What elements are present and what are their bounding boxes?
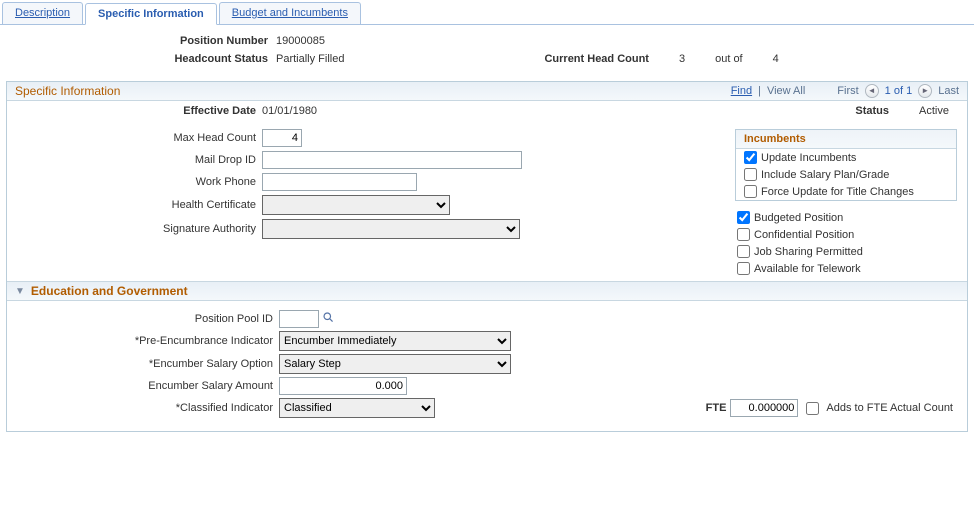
current-head-count-value: 3: [679, 53, 685, 65]
prev-row-button[interactable]: ◄: [865, 84, 879, 98]
encumber-salary-option-select[interactable]: Salary Step: [279, 354, 511, 374]
effective-date-label: Effective Date: [7, 105, 262, 117]
update-incumbents-label: Update Incumbents: [761, 152, 856, 164]
fte-input[interactable]: [730, 399, 798, 417]
force-update-title-label: Force Update for Title Changes: [761, 186, 914, 198]
pre-encumbrance-label: *Pre-Encumbrance Indicator: [7, 335, 279, 347]
available-telework-checkbox[interactable]: [737, 262, 750, 275]
tab-specific-information[interactable]: Specific Information: [85, 3, 217, 25]
status-label: Status: [855, 105, 889, 117]
view-all-link[interactable]: View All: [767, 85, 805, 97]
max-head-count-value: 4: [773, 53, 779, 65]
specific-information-section: Specific Information Find | View All Fir…: [6, 81, 968, 432]
incumbents-title: Incumbents: [736, 130, 956, 149]
signature-authority-label: Signature Authority: [7, 223, 262, 235]
job-sharing-label: Job Sharing Permitted: [754, 246, 863, 258]
position-pool-id-label: Position Pool ID: [7, 313, 279, 325]
classified-indicator-label: *Classified Indicator: [7, 402, 279, 414]
status-value: Active: [919, 105, 949, 117]
encumber-salary-amount-label: Encumber Salary Amount: [7, 380, 279, 392]
position-number-label: Position Number: [158, 35, 268, 47]
confidential-position-checkbox[interactable]: [737, 228, 750, 241]
budgeted-position-label: Budgeted Position: [754, 212, 843, 224]
header-block: Position Number 19000085 Headcount Statu…: [0, 25, 974, 81]
tab-description[interactable]: Description: [2, 2, 83, 24]
include-salary-plan-label: Include Salary Plan/Grade: [761, 169, 889, 181]
adds-to-fte-label: Adds to FTE Actual Count: [826, 402, 953, 414]
position-number-value: 19000085: [276, 35, 325, 47]
collapse-icon: ▼: [15, 286, 25, 297]
force-update-title-checkbox[interactable]: [744, 185, 757, 198]
encumber-salary-option-label: *Encumber Salary Option: [7, 358, 279, 370]
health-certificate-select[interactable]: [262, 195, 450, 215]
job-sharing-checkbox[interactable]: [737, 245, 750, 258]
incumbents-group: Incumbents Update Incumbents Include Sal…: [735, 129, 957, 201]
classified-indicator-select[interactable]: Classified: [279, 398, 435, 418]
encumber-salary-amount-input[interactable]: [279, 377, 407, 395]
current-head-count-label: Current Head Count: [544, 53, 649, 65]
out-of-label: out of: [715, 53, 743, 65]
signature-authority-select[interactable]: [262, 219, 520, 239]
health-certificate-label: Health Certificate: [7, 199, 262, 211]
work-phone-input[interactable]: [262, 173, 417, 191]
max-head-count-input[interactable]: [262, 129, 302, 147]
available-telework-label: Available for Telework: [754, 263, 861, 275]
max-head-count-label: Max Head Count: [7, 132, 262, 144]
include-salary-plan-checkbox[interactable]: [744, 168, 757, 181]
headcount-status-label: Headcount Status: [158, 53, 268, 65]
page-indicator: 1 of 1: [885, 85, 913, 97]
pre-encumbrance-select[interactable]: Encumber Immediately: [279, 331, 511, 351]
adds-to-fte-checkbox[interactable]: [806, 402, 819, 415]
tab-budget-incumbents[interactable]: Budget and Incumbents: [219, 2, 361, 24]
fte-label: FTE: [706, 402, 727, 414]
lookup-icon[interactable]: [322, 311, 335, 327]
confidential-position-label: Confidential Position: [754, 229, 854, 241]
first-label: First: [837, 85, 858, 97]
mail-drop-id-input[interactable]: [262, 151, 522, 169]
education-government-header[interactable]: ▼ Education and Government: [7, 281, 967, 301]
mail-drop-id-label: Mail Drop ID: [7, 154, 262, 166]
next-row-button[interactable]: ►: [918, 84, 932, 98]
headcount-status-value: Partially Filled: [276, 53, 344, 65]
find-link[interactable]: Find: [731, 85, 752, 97]
effective-date-value: 01/01/1980: [262, 105, 317, 117]
last-label: Last: [938, 85, 959, 97]
work-phone-label: Work Phone: [7, 176, 262, 188]
section-title: Specific Information: [15, 84, 120, 98]
position-pool-id-input[interactable]: [279, 310, 319, 328]
budgeted-position-checkbox[interactable]: [737, 211, 750, 224]
education-government-title: Education and Government: [31, 284, 188, 298]
tab-bar: Description Specific Information Budget …: [0, 0, 974, 25]
update-incumbents-checkbox[interactable]: [744, 151, 757, 164]
